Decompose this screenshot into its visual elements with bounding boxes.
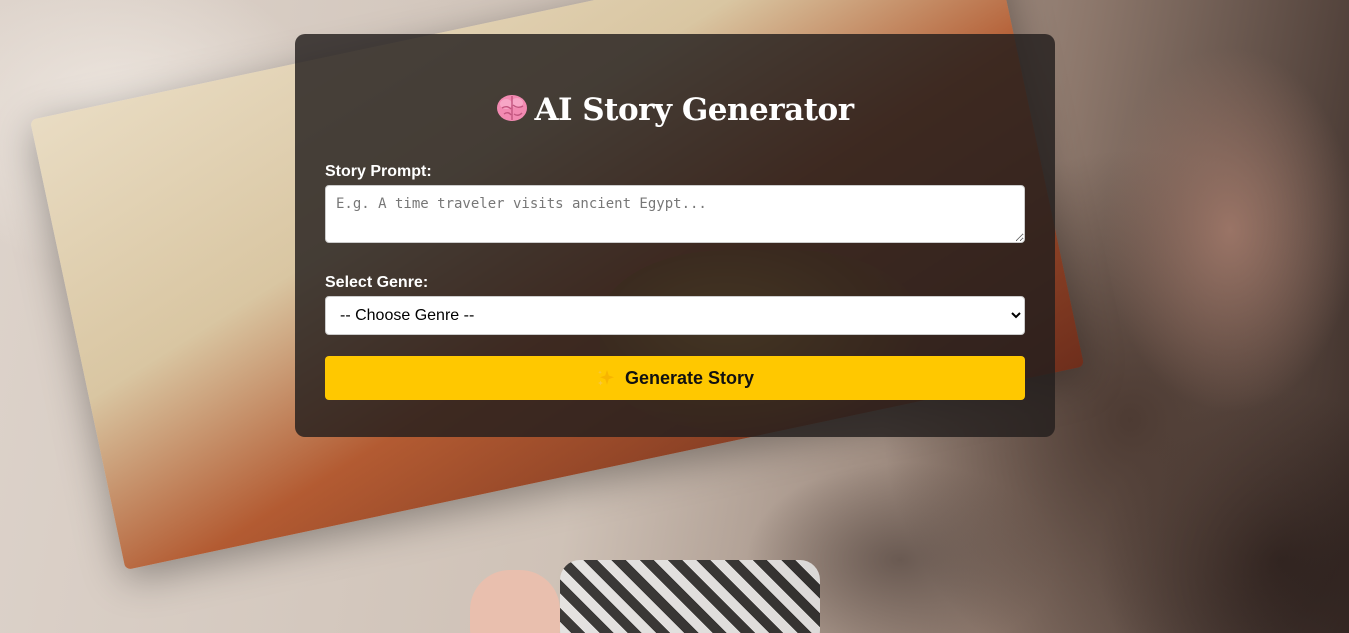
brain-icon <box>496 93 528 123</box>
page-title: AI Story Generator <box>325 90 1025 130</box>
prompt-label: Story Prompt: <box>325 163 432 180</box>
genre-select[interactable]: -- Choose Genre -- <box>325 296 1025 335</box>
genre-label: Select Genre: <box>325 274 429 291</box>
generate-story-label: Generate Story <box>624 367 755 388</box>
story-prompt-input[interactable] <box>325 185 1025 243</box>
page-title-text: AI Story Generator <box>534 92 854 128</box>
hand <box>470 570 560 633</box>
generate-story-button[interactable]: Generate Story <box>325 356 1025 400</box>
sparkle-icon <box>596 368 616 388</box>
story-form-card: AI Story Generator Story Prompt: Select … <box>295 34 1055 437</box>
checkered-scarf <box>560 560 820 633</box>
